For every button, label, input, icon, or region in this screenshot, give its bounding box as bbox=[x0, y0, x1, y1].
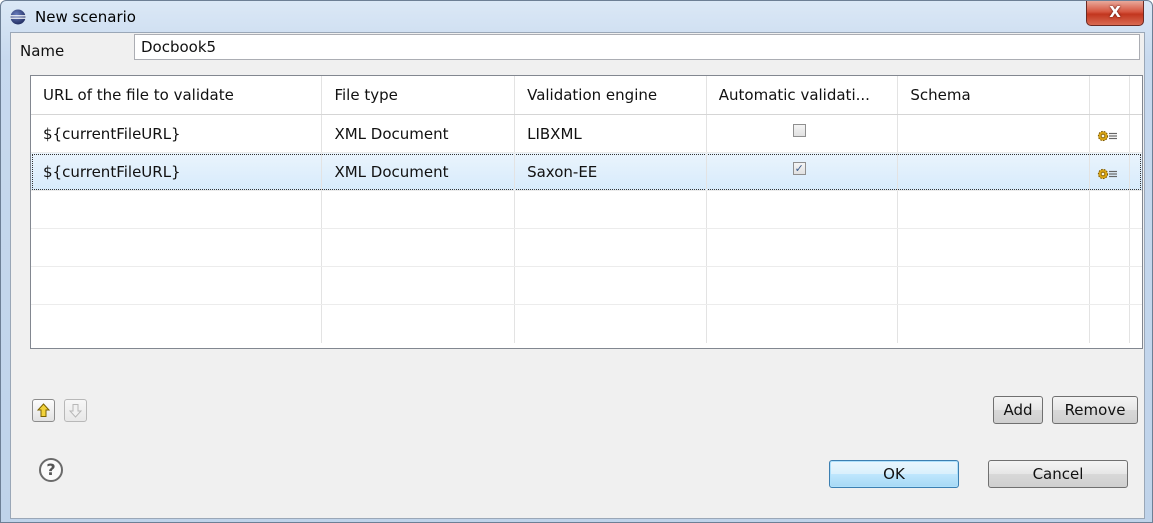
schema-cell bbox=[898, 115, 1091, 152]
engine-cell: Saxon-EE bbox=[515, 153, 707, 190]
table-row[interactable]: ${currentFileURL} XML Document LIBXML bbox=[31, 115, 1142, 153]
column-header-schema[interactable]: Schema bbox=[898, 76, 1091, 114]
column-header-automatic-validation[interactable]: Automatic validati... bbox=[707, 76, 899, 114]
name-input[interactable]: Docbook5 bbox=[134, 34, 1140, 60]
move-up-button[interactable] bbox=[32, 399, 55, 422]
url-cell: ${currentFileURL} bbox=[31, 115, 323, 152]
schema-cell bbox=[898, 153, 1091, 190]
settings-gear-icon[interactable] bbox=[1096, 129, 1120, 143]
arrow-down-icon bbox=[68, 404, 83, 418]
settings-cell bbox=[1090, 153, 1131, 190]
eclipse-icon bbox=[10, 9, 26, 25]
add-button[interactable]: Add bbox=[993, 396, 1043, 424]
table-row[interactable]: ${currentFileURL} XML Document Saxon-EE … bbox=[31, 153, 1142, 191]
table-header: URL of the file to validate File type Va… bbox=[31, 76, 1142, 115]
settings-cell bbox=[1090, 115, 1131, 152]
automatic-validation-checkbox[interactable]: ✓ bbox=[792, 162, 806, 175]
window-title: New scenario bbox=[35, 8, 136, 26]
column-header-url[interactable]: URL of the file to validate bbox=[31, 76, 323, 114]
ok-button[interactable]: OK bbox=[829, 460, 959, 488]
move-down-button[interactable] bbox=[64, 399, 87, 422]
file-type-cell: XML Document bbox=[322, 153, 516, 190]
title-bar[interactable]: New scenario X bbox=[1, 1, 1152, 33]
settings-gear-icon[interactable] bbox=[1096, 167, 1120, 181]
close-button[interactable]: X bbox=[1086, 1, 1144, 26]
dialog-window: New scenario X Name Docbook5 URL of the … bbox=[0, 0, 1153, 523]
arrow-up-icon bbox=[36, 403, 51, 417]
table-row-empty bbox=[31, 229, 1142, 267]
file-type-cell: XML Document bbox=[322, 115, 516, 152]
remove-button[interactable]: Remove bbox=[1052, 396, 1138, 424]
filler-cell bbox=[1130, 115, 1142, 152]
column-header-file-type[interactable]: File type bbox=[322, 76, 516, 114]
automatic-cell: ✓ bbox=[707, 153, 899, 190]
scenario-table: URL of the file to validate File type Va… bbox=[30, 75, 1143, 349]
url-cell: ${currentFileURL} bbox=[31, 153, 323, 190]
filler-cell bbox=[1130, 153, 1142, 190]
automatic-cell bbox=[707, 115, 899, 152]
table-row-empty bbox=[31, 191, 1142, 229]
cancel-button[interactable]: Cancel bbox=[988, 460, 1128, 488]
table-row-empty bbox=[31, 267, 1142, 305]
dialog-content: Name Docbook5 URL of the file to validat… bbox=[10, 32, 1145, 519]
table-row-empty bbox=[31, 305, 1142, 343]
column-header-settings bbox=[1090, 76, 1131, 114]
engine-cell: LIBXML bbox=[515, 115, 707, 152]
automatic-validation-checkbox[interactable] bbox=[792, 124, 806, 137]
help-icon[interactable]: ? bbox=[39, 458, 63, 482]
name-label: Name bbox=[20, 42, 65, 60]
column-header-validation-engine[interactable]: Validation engine bbox=[515, 76, 707, 114]
column-header-filler bbox=[1130, 76, 1142, 114]
